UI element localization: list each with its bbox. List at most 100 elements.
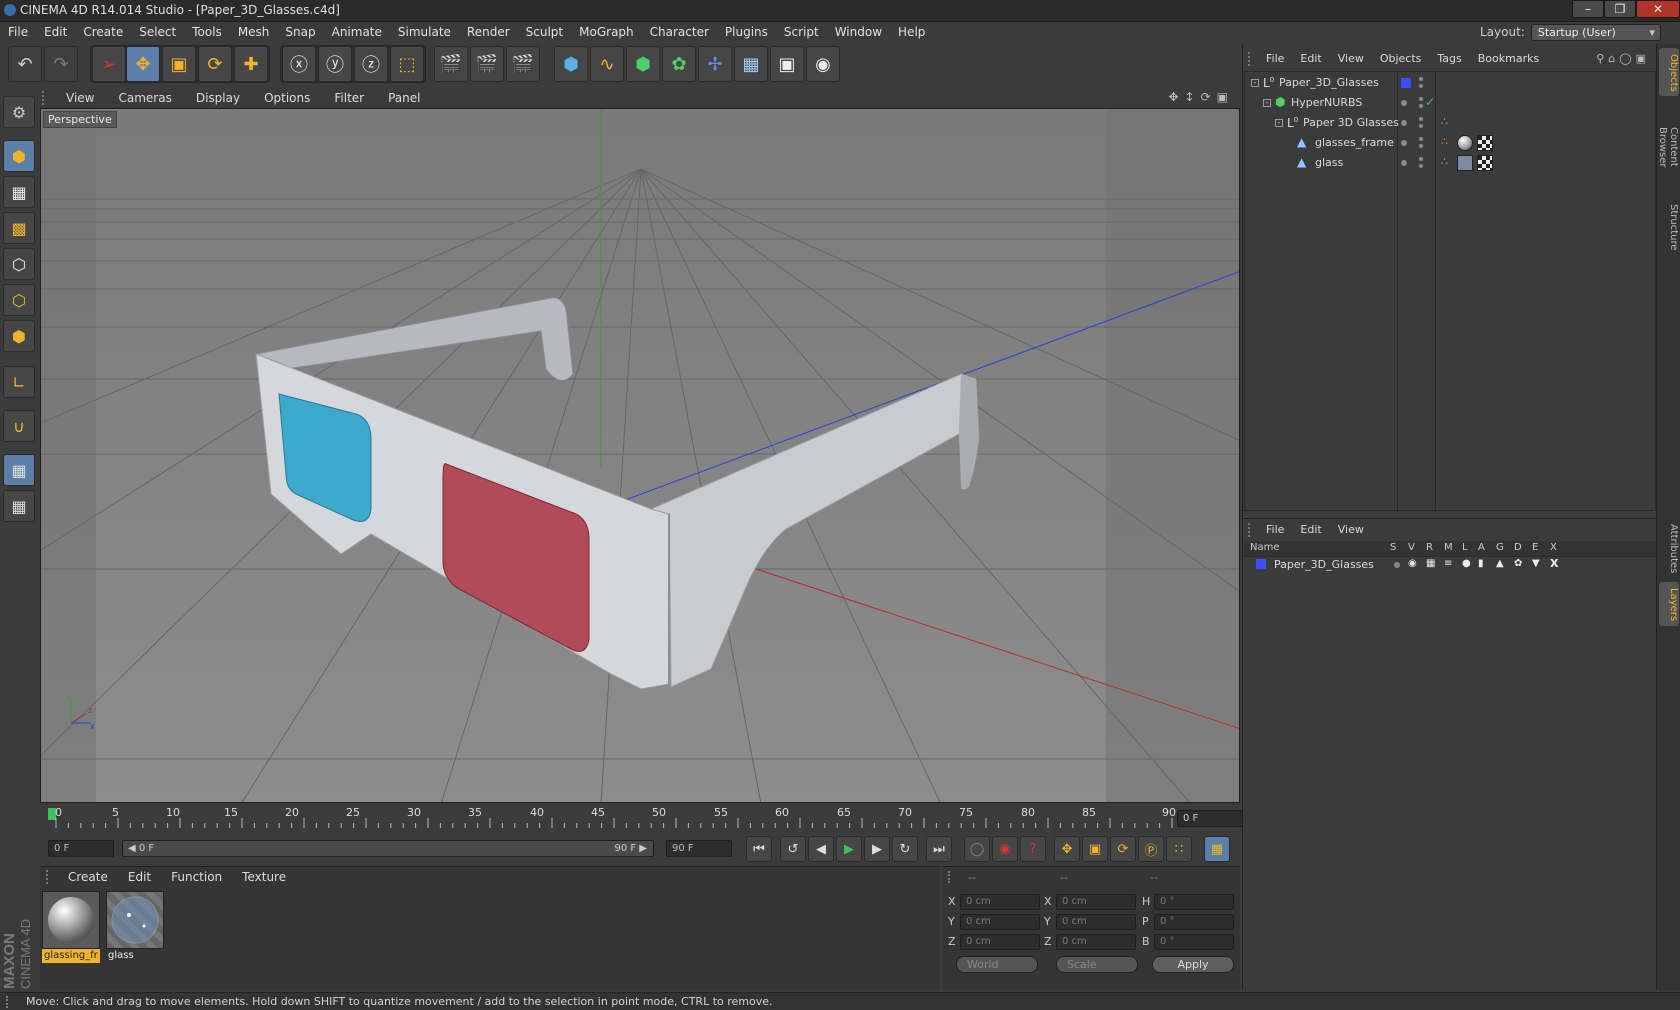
tab-attributes[interactable]: Attributes (1659, 518, 1679, 578)
scale-select[interactable]: Scale (1056, 956, 1138, 973)
editor-visibility-dot[interactable] (1419, 117, 1423, 121)
edges-mode-button[interactable]: ⬡ (3, 284, 35, 316)
expression-icon[interactable]: ▼ (1532, 558, 1540, 569)
keyframe-selection-button[interactable]: ? (1020, 836, 1046, 862)
tree-row[interactable]: ▲ glasses_frame ∴ (1245, 133, 1657, 153)
coordinate-system-button[interactable]: ⬚ (390, 46, 424, 82)
size-z-field[interactable]: 0 cm (1056, 934, 1136, 950)
rotation-b-field[interactable]: 0 ° (1154, 934, 1234, 950)
model-mode-button[interactable]: ⬢ (3, 140, 35, 172)
autokey-button[interactable]: ◉ (992, 836, 1018, 862)
key-pla-button[interactable]: ∷ (1166, 836, 1192, 862)
scale-tool-button[interactable]: ▣ (162, 46, 196, 82)
rotate-tool-button[interactable]: ⟳ (198, 46, 232, 82)
render-visibility-dot[interactable] (1419, 164, 1423, 168)
deformer-icon[interactable]: ✿ (1514, 558, 1522, 569)
key-parameter-button[interactable]: Ⓟ (1138, 836, 1164, 862)
tree-row[interactable]: - ⬢ HyperNURBS ✓ (1245, 93, 1657, 113)
position-y-field[interactable]: 0 cm (960, 914, 1040, 930)
menu-select[interactable]: Select (131, 22, 184, 42)
size-x-field[interactable]: 0 cm (1056, 894, 1136, 910)
material-glassing-frame[interactable]: glassing_fr (42, 891, 100, 963)
key-scale-button[interactable]: ▣ (1082, 836, 1108, 862)
viewport-nav-icons[interactable]: ✥↕⟳▣ (1168, 90, 1234, 104)
animation-icon[interactable]: ▮ (1478, 558, 1484, 569)
collapse-toggle[interactable]: - (1275, 119, 1283, 127)
layer-solo-dot[interactable] (1394, 562, 1400, 568)
timeline-ruler[interactable]: 0 5 10 15 20 25 30 35 40 45 50 55 60 65 … (40, 806, 1240, 836)
uvw-tag-icon[interactable] (1477, 135, 1493, 151)
close-button[interactable]: ✕ (1636, 0, 1680, 18)
eye-icon[interactable]: ◉ (1408, 558, 1417, 569)
tab-layers[interactable]: Layers (1659, 582, 1679, 626)
create-tool-button[interactable]: ✚ (234, 46, 268, 82)
key-position-button[interactable]: ✥ (1054, 836, 1080, 862)
next-frame-button[interactable]: ▶ (864, 836, 890, 862)
manager-icon[interactable]: ≡ (1444, 558, 1452, 569)
objects-menu-tags[interactable]: Tags (1429, 48, 1469, 70)
viewport-menu-options[interactable]: Options (252, 88, 322, 108)
goto-end-button[interactable]: ⏭ (926, 836, 952, 862)
render-visibility-dot[interactable] (1419, 144, 1423, 148)
material-tag-icon[interactable] (1457, 155, 1473, 171)
deformer-button[interactable]: ✢ (698, 46, 732, 82)
tree-row[interactable]: - L0 Paper_3D_Glasses (1245, 73, 1657, 93)
menu-sculpt[interactable]: Sculpt (518, 22, 571, 42)
menu-snap[interactable]: Snap (277, 22, 323, 42)
mograph-button[interactable]: ✿ (662, 46, 696, 82)
menu-character[interactable]: Character (642, 22, 717, 42)
objects-menu-file[interactable]: File (1258, 48, 1292, 70)
render-visibility-dot[interactable] (1419, 84, 1423, 88)
maximize-button[interactable]: ❐ (1604, 0, 1636, 18)
objects-menu-objects[interactable]: Objects (1372, 48, 1430, 70)
viewport-menu-view[interactable]: View (54, 88, 106, 108)
menu-edit[interactable]: Edit (36, 22, 75, 42)
objects-menu-bookmarks[interactable]: Bookmarks (1470, 48, 1547, 70)
viewport-menu-panel[interactable]: Panel (376, 88, 432, 108)
menu-tools[interactable]: Tools (184, 22, 230, 42)
xref-icon[interactable]: X (1550, 557, 1558, 570)
material-menu-function[interactable]: Function (161, 867, 232, 887)
phong-tag-icon[interactable]: ∴ (1441, 115, 1448, 128)
key-rotation-button[interactable]: ⟳ (1110, 836, 1136, 862)
start-frame-field[interactable]: 0 F (48, 840, 114, 857)
undo-button[interactable]: ↶ (8, 46, 42, 82)
cube-object-button[interactable]: ⬢ (554, 46, 588, 82)
grid-snap-button[interactable]: ▦ (3, 490, 35, 522)
material-menu-texture[interactable]: Texture (232, 867, 296, 887)
menu-window[interactable]: Window (827, 22, 890, 42)
objects-menu-edit[interactable]: Edit (1292, 48, 1329, 70)
minimize-button[interactable]: – (1572, 0, 1604, 18)
object-manager-icons[interactable]: ⚲⌂◯▣ (1596, 52, 1650, 65)
phong-tag-icon[interactable]: ∴ (1441, 155, 1448, 168)
layers-menu-file[interactable]: File (1258, 519, 1292, 541)
menu-mograph[interactable]: MoGraph (571, 22, 642, 42)
rotation-h-field[interactable]: 0 ° (1154, 894, 1234, 910)
size-y-field[interactable]: 0 cm (1056, 914, 1136, 930)
workplane-button[interactable]: ▩ (3, 212, 35, 244)
menu-simulate[interactable]: Simulate (390, 22, 459, 42)
collapse-toggle[interactable]: - (1263, 99, 1271, 107)
editor-visibility-dot[interactable] (1419, 97, 1423, 101)
live-selection-button[interactable]: ➢ (92, 46, 126, 82)
record-keys-button[interactable]: ◯ (964, 836, 990, 862)
uvw-tag-icon[interactable] (1477, 155, 1493, 171)
tab-objects[interactable]: Objects (1659, 48, 1679, 96)
layer-color-swatch[interactable] (1256, 559, 1266, 569)
menu-animate[interactable]: Animate (324, 22, 390, 42)
menu-script[interactable]: Script (776, 22, 827, 42)
render-settings-button[interactable]: 🎬 (506, 46, 540, 82)
layer-dot[interactable] (1401, 160, 1407, 166)
generator-icon[interactable]: ▲ (1496, 558, 1504, 569)
render-visibility-dot[interactable] (1419, 104, 1423, 108)
menu-mesh[interactable]: Mesh (230, 22, 278, 42)
nurbs-button[interactable]: ⬢ (626, 46, 660, 82)
render-view-button[interactable]: 🎬 (434, 46, 468, 82)
objects-menu-view[interactable]: View (1330, 48, 1372, 70)
lock-icon[interactable]: ● (1462, 558, 1471, 569)
points-mode-button[interactable]: ⬡ (3, 248, 35, 280)
render-icon[interactable]: ▦ (1426, 558, 1435, 569)
menu-help[interactable]: Help (890, 22, 933, 42)
enabled-check-icon[interactable]: ✓ (1425, 95, 1435, 109)
phong-tag-icon[interactable]: ∴ (1441, 135, 1448, 148)
